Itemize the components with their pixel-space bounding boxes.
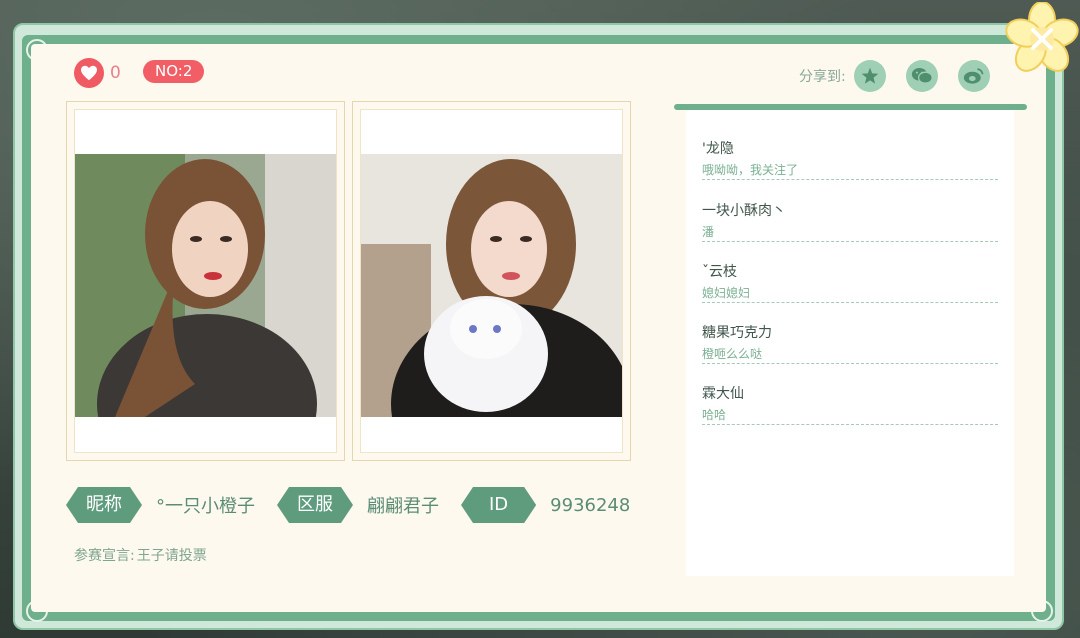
weibo-icon (963, 68, 984, 84)
comment-text: 橙咂么么哒 (702, 347, 763, 361)
photo-frame (74, 109, 337, 453)
comment-author: 一块小酥肉丶 (702, 203, 786, 219)
id-tag: ID (461, 487, 536, 523)
contestant-photo (361, 154, 622, 417)
comment-text: 哦呦呦，我关注了 (702, 163, 799, 177)
qzone-share-button[interactable] (853, 60, 886, 92)
comment-text: 哈哈 (702, 408, 727, 422)
declaration-text: 王子请投票 (136, 548, 207, 564)
id-value: 9936248 (550, 494, 631, 516)
contestant-photo (75, 154, 336, 417)
close-button[interactable] (1005, 1, 1079, 76)
comment-item: ˇ云枝 媳妇媳妇 (702, 241, 998, 303)
heart-icon (74, 58, 104, 88)
photo-frame (360, 109, 623, 453)
server-value: 翩翩君子 (367, 496, 439, 517)
photo-card[interactable] (352, 101, 631, 461)
nickname-value: °一只小橙子 (156, 496, 255, 517)
like-count: 0 (110, 63, 121, 83)
photo-card[interactable] (66, 101, 345, 461)
comment-author: '龙隐 (702, 141, 734, 157)
rank-badge: NO:2 (143, 60, 205, 83)
comment-item: '龙隐 哦呦呦，我关注了 (702, 118, 998, 180)
comment-text: 潘 (702, 225, 715, 239)
weibo-share-button[interactable] (957, 60, 990, 92)
close-flower-icon (1005, 1, 1079, 72)
comment-list[interactable]: '龙隐 哦呦呦，我关注了 一块小酥肉丶 潘 ˇ云枝 媳妇媳妇 糖果巧克力 橙咂么… (686, 110, 1014, 576)
qzone-icon (861, 67, 879, 84)
comment-author: 霖大仙 (702, 386, 744, 402)
share-label: 分享到: (799, 69, 846, 85)
share-bar: 分享到: (799, 60, 990, 92)
server-tag: 区服 (277, 487, 353, 523)
nickname-tag: 昵称 (66, 487, 142, 523)
comment-item: 糖果巧克力 橙咂么么哒 (702, 302, 998, 364)
like-button[interactable]: 0 (74, 58, 121, 88)
comment-author: 糖果巧克力 (702, 325, 772, 341)
comment-text: 媳妇媳妇 (702, 286, 751, 300)
declaration-label: 参赛宣言: (74, 548, 135, 564)
wechat-icon (911, 67, 933, 84)
wechat-share-button[interactable] (905, 60, 938, 92)
declaration: 参赛宣言: 王子请投票 (74, 545, 209, 565)
comment-author: ˇ云枝 (702, 264, 737, 280)
comment-item: 霖大仙 哈哈 (702, 363, 998, 425)
comment-item: 一块小酥肉丶 潘 (702, 180, 998, 242)
profile-info-row: 昵称 °一只小橙子 区服 翩翩君子 ID 9936248 (66, 487, 652, 523)
